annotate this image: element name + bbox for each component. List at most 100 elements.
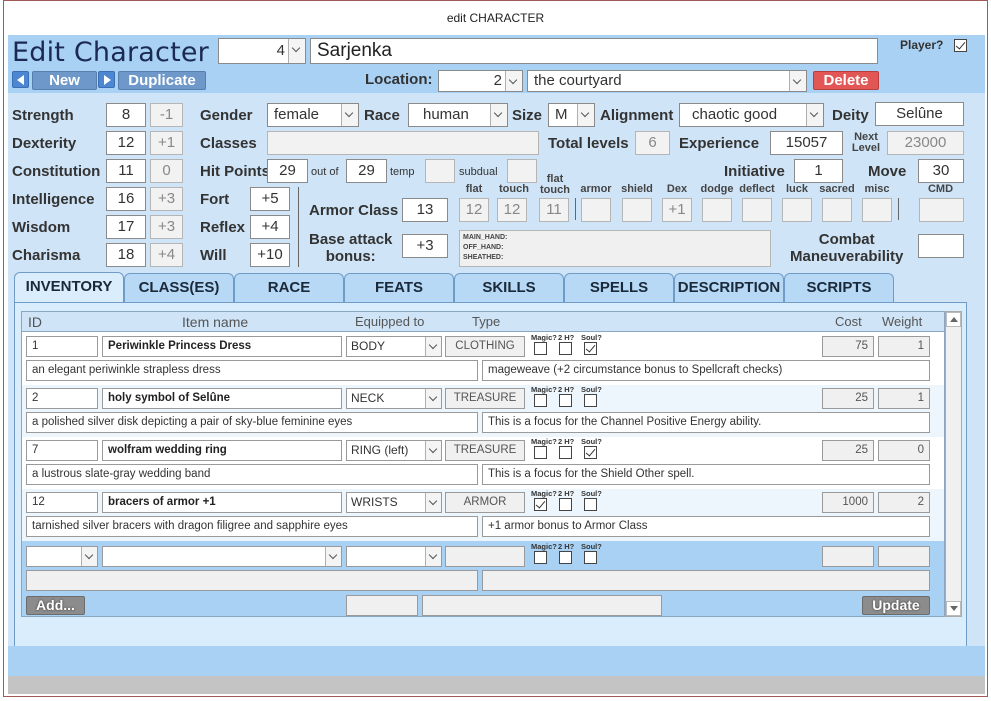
ability-score-intelligence[interactable]: 16: [106, 187, 146, 211]
item-magic-checkbox[interactable]: [534, 446, 547, 459]
item-notes[interactable]: +1 armor bonus to Armor Class: [482, 516, 930, 537]
item-notes[interactable]: This is a focus for the Channel Positive…: [482, 412, 930, 433]
tab-race[interactable]: RACE: [234, 273, 344, 302]
ability-score-charisma[interactable]: 18: [106, 243, 146, 267]
new-item-equipped-select[interactable]: [346, 546, 442, 567]
cmb-input[interactable]: [918, 234, 964, 258]
item-description[interactable]: tarnished silver bracers with dragon fil…: [26, 516, 478, 537]
item-equipped-select[interactable]: BODY: [346, 336, 442, 357]
item-id[interactable]: 7: [26, 440, 98, 461]
item-description[interactable]: a polished silver disk depicting a pair …: [26, 412, 478, 433]
scroll-down-icon[interactable]: [946, 601, 961, 616]
location-name-select[interactable]: the courtyard: [527, 70, 807, 92]
item-magic-checkbox[interactable]: [534, 498, 547, 511]
experience-input[interactable]: 15057: [770, 131, 843, 155]
new-item-desc-field[interactable]: [26, 570, 478, 591]
save-input-fort[interactable]: +5: [250, 187, 290, 211]
tab-description[interactable]: DESCRIPTION: [674, 273, 784, 302]
add-button[interactable]: Add...: [26, 596, 85, 615]
size-select[interactable]: M: [548, 103, 595, 127]
item-cost[interactable]: 75: [822, 336, 874, 357]
armor-class-input[interactable]: 13: [402, 198, 448, 222]
new-item-extra-field-2[interactable]: [422, 595, 662, 616]
item-soul-checkbox[interactable]: [584, 394, 597, 407]
item-soul-checkbox[interactable]: [584, 342, 597, 355]
new-item-extra-field-1[interactable]: [346, 595, 418, 616]
item-two-hand-checkbox[interactable]: [559, 394, 572, 407]
arrow-left-icon[interactable]: [12, 71, 29, 88]
tab-scripts[interactable]: SCRIPTS: [784, 273, 894, 302]
duplicate-button[interactable]: Duplicate: [118, 71, 206, 90]
hit-points-input[interactable]: 29: [267, 159, 308, 183]
new-magic-checkbox[interactable]: [534, 551, 547, 564]
item-equipped-select[interactable]: WRISTS: [346, 492, 442, 513]
item-id[interactable]: 12: [26, 492, 98, 513]
tab-feats[interactable]: FEATS: [344, 273, 454, 302]
tab-skills[interactable]: SKILLS: [454, 273, 564, 302]
tab-inventory[interactable]: INVENTORY: [14, 272, 124, 303]
tab-spells[interactable]: SPELLS: [564, 273, 674, 302]
location-id-select[interactable]: 2: [438, 70, 523, 92]
initiative-input[interactable]: 1: [794, 159, 843, 183]
new-soul-checkbox[interactable]: [584, 551, 597, 564]
update-button[interactable]: Update: [862, 596, 930, 615]
delete-button[interactable]: Delete: [813, 71, 879, 90]
item-notes[interactable]: This is a focus for the Shield Other spe…: [482, 464, 930, 485]
item-name[interactable]: holy symbol of Selûne: [102, 388, 342, 409]
deity-input[interactable]: Selûne: [875, 102, 964, 126]
character-name-input[interactable]: Sarjenka: [310, 38, 878, 64]
new-item-notes-field[interactable]: [482, 570, 930, 591]
item-magic-checkbox[interactable]: [534, 394, 547, 407]
item-cost[interactable]: 25: [822, 440, 874, 461]
max-hit-points-input[interactable]: 29: [346, 159, 387, 183]
save-input-reflex[interactable]: +4: [250, 215, 290, 239]
item-id[interactable]: 2: [26, 388, 98, 409]
item-description[interactable]: a lustrous slate-gray wedding band: [26, 464, 478, 485]
gender-select[interactable]: female: [267, 103, 359, 127]
tab-classes[interactable]: CLASS(ES): [124, 273, 234, 302]
item-weight[interactable]: 0: [878, 440, 930, 461]
inventory-scrollbar[interactable]: [945, 311, 962, 617]
base-attack-input[interactable]: +3: [402, 234, 448, 258]
item-two-hand-checkbox[interactable]: [559, 446, 572, 459]
race-select[interactable]: human: [408, 103, 508, 127]
character-id-select[interactable]: 4: [218, 38, 306, 64]
ability-score-wisdom[interactable]: 17: [106, 215, 146, 239]
item-name[interactable]: bracers of armor +1: [102, 492, 342, 513]
item-cost[interactable]: 1000: [822, 492, 874, 513]
subdual-field[interactable]: [507, 159, 537, 183]
arrow-right-icon[interactable]: [98, 71, 115, 88]
temp-hp-field[interactable]: [425, 159, 455, 183]
item-weight[interactable]: 1: [878, 388, 930, 409]
save-input-will[interactable]: +10: [250, 243, 290, 267]
alignment-select[interactable]: chaotic good: [679, 103, 824, 127]
item-soul-checkbox[interactable]: [584, 498, 597, 511]
item-weight[interactable]: 2: [878, 492, 930, 513]
item-notes[interactable]: mageweave (+2 circumstance bonus to Spel…: [482, 360, 930, 381]
ability-score-strength[interactable]: 8: [106, 103, 146, 127]
new-two-hand-checkbox[interactable]: [559, 551, 572, 564]
item-weight[interactable]: 1: [878, 336, 930, 357]
inventory-header: ID Item name Equipped to Type Cost Weigh…: [22, 312, 944, 332]
new-item-id-select[interactable]: [26, 546, 98, 567]
item-equipped-select[interactable]: NECK: [346, 388, 442, 409]
item-cost[interactable]: 25: [822, 388, 874, 409]
item-name[interactable]: wolfram wedding ring: [102, 440, 342, 461]
ability-score-constitution[interactable]: 11: [106, 159, 146, 183]
move-input[interactable]: 30: [918, 159, 964, 183]
item-soul-checkbox[interactable]: [584, 446, 597, 459]
ability-score-dexterity[interactable]: 12: [106, 131, 146, 155]
item-name[interactable]: Periwinkle Princess Dress: [102, 336, 342, 357]
item-id[interactable]: 1: [26, 336, 98, 357]
item-magic-checkbox[interactable]: [534, 342, 547, 355]
new-button[interactable]: New: [32, 71, 97, 90]
new-item-name-select[interactable]: [102, 546, 342, 567]
item-two-hand-checkbox[interactable]: [559, 498, 572, 511]
new-item-weight-field[interactable]: [878, 546, 930, 567]
new-item-cost-field[interactable]: [822, 546, 874, 567]
item-equipped-select[interactable]: RING (left): [346, 440, 442, 461]
item-two-hand-checkbox[interactable]: [559, 342, 572, 355]
item-description[interactable]: an elegant periwinkle strapless dress: [26, 360, 478, 381]
scroll-up-icon[interactable]: [946, 312, 961, 327]
player-checkbox[interactable]: [954, 39, 967, 52]
